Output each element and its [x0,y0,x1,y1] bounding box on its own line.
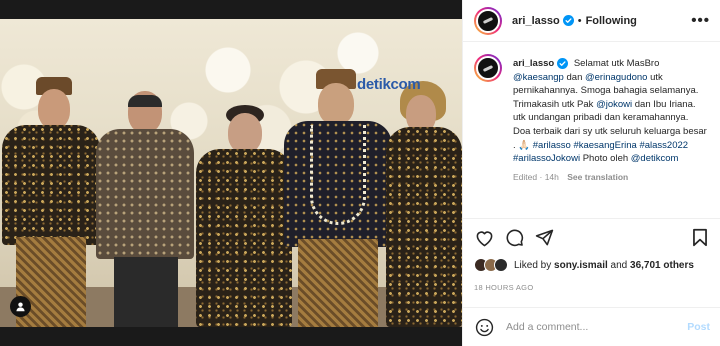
author-username[interactable]: ari_lasso [512,15,560,27]
caption-fragment: Photo oleh [582,153,629,165]
emoji-icon [475,318,493,336]
hashtag-link[interactable]: #alass2022 [639,140,688,151]
user-tag-button[interactable] [10,296,31,317]
likes-prefix: Liked by [514,259,552,271]
header-dot: • [577,14,582,27]
caption-username[interactable]: ari_lasso [513,58,554,69]
liker-avatars[interactable] [474,258,508,272]
liker-username[interactable]: sony.ismail [554,260,608,271]
caption-meta: Edited · 14h See translation [513,171,708,185]
hashtag-link[interactable]: #kaesangErina [573,140,636,151]
emoji-button[interactable] [474,317,494,337]
author-avatar[interactable] [474,6,502,35]
caption-section: ari_lasso Selamat utk MasBro @kaesangp d… [463,48,720,218]
person-3 [196,105,292,327]
caption-fragment: Selamat utk MasBro [573,58,660,69]
mention-link[interactable]: @detikcom [631,153,679,164]
save-button[interactable] [690,228,710,248]
wedding-photo: detikcom [0,19,462,327]
comment-button[interactable] [504,228,524,248]
likes-summary: Liked by sony.ismail and 36,701 others [474,258,694,272]
post-comment-button[interactable]: Post [687,321,710,333]
comment-input[interactable]: Add a comment... [506,321,687,333]
share-icon [535,229,553,246]
verified-badge-icon [557,57,569,69]
share-button[interactable] [534,228,554,248]
photo-watermark: detikcom [357,76,421,93]
verified-badge-icon [562,15,574,26]
edited-label: Edited [513,171,538,182]
likes-others-link[interactable]: 36,701 others [630,260,694,271]
person-2 [96,91,194,327]
mention-link[interactable]: @kaesangp [513,72,564,83]
post-side-panel: ari_lasso • Following ••• ari_lasso Sela… [462,0,720,346]
person-4 [284,69,392,327]
caption-fragment: dan [566,71,583,83]
bookmark-icon [693,228,707,247]
following-button[interactable]: Following [586,15,637,27]
comment-box: Add a comment... Post [463,307,720,346]
avatar [494,258,508,272]
caption-age: 14h [544,171,559,182]
person-1 [2,77,100,327]
post-timestamp[interactable]: 18 HOURS AGO [474,283,533,292]
action-bar [463,218,720,256]
caption-text: ari_lasso Selamat utk MasBro @kaesangp d… [513,57,708,184]
see-translation-link[interactable]: See translation [567,172,628,182]
post-photo[interactable]: detikcom [0,0,462,346]
mention-link[interactable]: @erinagudono [585,72,647,83]
likes-and: and [610,259,628,271]
hashtag-link[interactable]: #arilasso [533,140,571,151]
comment-icon [506,229,523,247]
more-options-button[interactable]: ••• [691,13,710,28]
caption-avatar[interactable] [474,54,502,82]
like-button[interactable] [474,228,494,248]
pray-emoji: 🙏🏻 [518,139,531,151]
heart-icon [476,230,492,246]
mention-link[interactable]: @jokowi [596,99,632,110]
hashtag-link[interactable]: #arilassoJokowi [513,153,580,164]
user-tag-icon [16,302,25,312]
post-header: ari_lasso • Following ••• [463,0,720,42]
meta-dot: · [539,171,543,182]
person-5 [386,81,462,327]
